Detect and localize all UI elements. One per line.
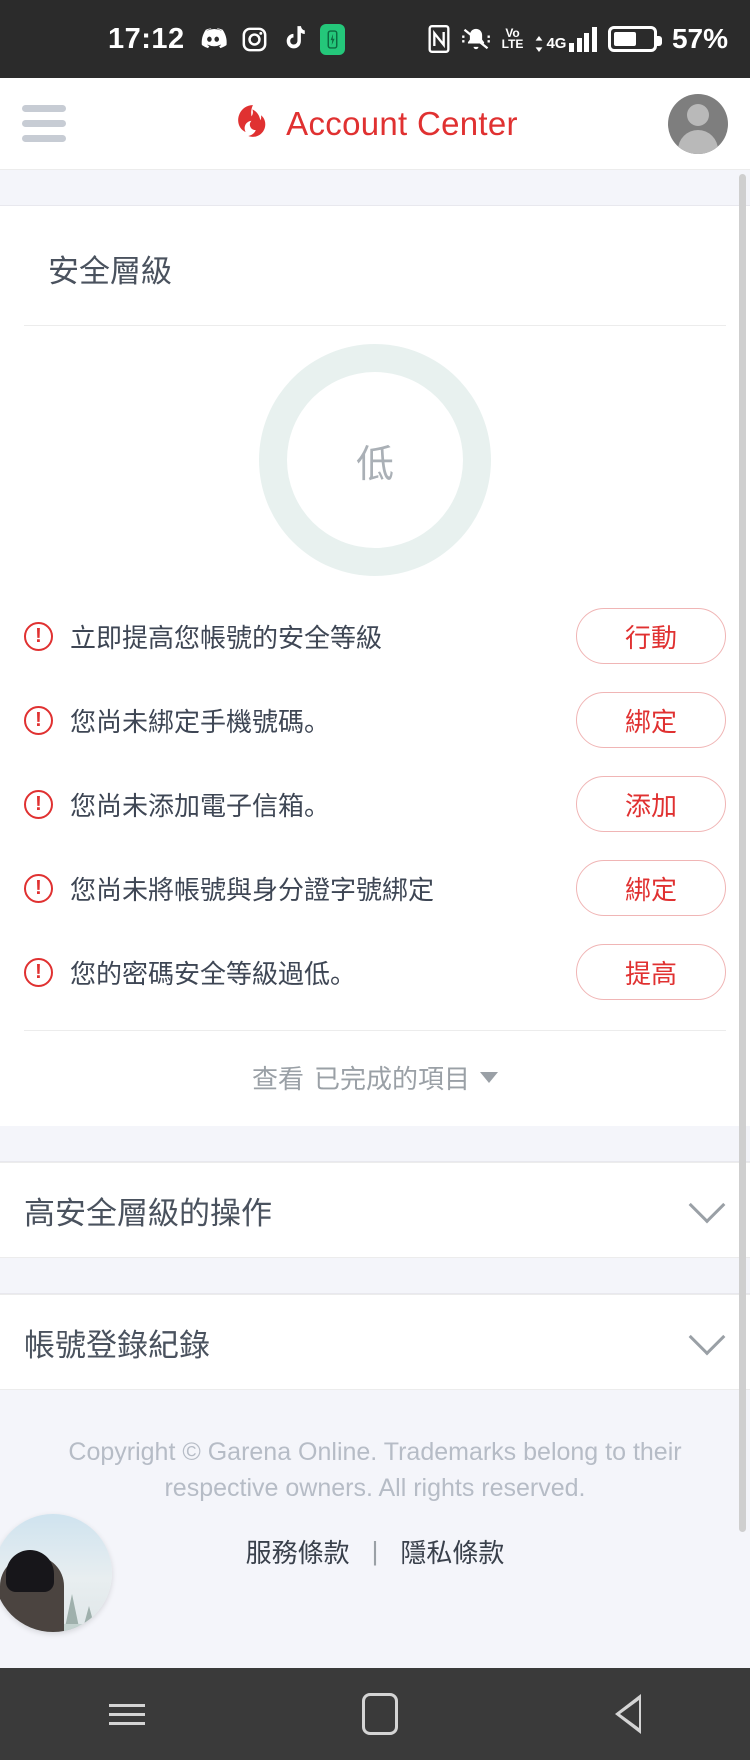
section-title: 高安全層級的操作	[24, 1195, 272, 1231]
security-item-action-button[interactable]: 添加	[576, 776, 726, 832]
garena-logo-icon	[232, 103, 274, 145]
status-bar-left-group: 17:12	[108, 23, 345, 56]
row-content: ! 您尚未添加電子信箱。	[24, 786, 330, 823]
security-item-label: 您尚未將帳號與身分證字號綁定	[70, 874, 435, 905]
status-bar: 17:12 Vo LTE 4G 57%	[0, 0, 750, 78]
floating-profile-avatar[interactable]	[0, 1514, 112, 1632]
security-level-card: 安全層級 低 ! 立即提高您帳號的安全等級 行動 ! 您尚未綁定手機號碼。 綁定…	[0, 206, 750, 1126]
section-spacer-2	[0, 1258, 750, 1294]
section-login-records[interactable]: 帳號登錄紀錄	[0, 1294, 750, 1390]
user-avatar-icon[interactable]	[668, 93, 728, 154]
section-spacer-1	[0, 1126, 750, 1162]
row-content: ! 您尚未將帳號與身分證字號綁定	[24, 870, 434, 907]
table-row: ! 您尚未綁定手機號碼。 綁定	[24, 678, 726, 762]
tiktok-icon	[281, 25, 307, 53]
vertical-scrollbar-thumb[interactable]	[739, 174, 746, 1532]
network-label: 4G	[546, 34, 567, 52]
chevron-down-icon	[688, 1186, 726, 1224]
volte-label-bottom: LTE	[501, 37, 524, 51]
volte-icon: Vo LTE	[501, 27, 524, 51]
network-4g-plus-icon: 4G	[534, 26, 597, 52]
copyright-text: Copyright © Garena Online. Trademarks be…	[68, 1438, 682, 1503]
brand: Account Center	[0, 103, 750, 145]
section-high-security-actions[interactable]: 高安全層級的操作	[0, 1162, 750, 1258]
nfc-icon	[428, 25, 450, 53]
chevron-down-icon	[480, 1072, 499, 1083]
view-completed-prefix: 查看	[251, 1064, 304, 1094]
warning-circle-icon: !	[24, 621, 53, 651]
security-level-title: 安全層級	[24, 206, 726, 326]
row-content: ! 立即提高您帳號的安全等級	[24, 618, 382, 655]
table-row: ! 您的密碼安全等級過低。 提高	[24, 930, 726, 1014]
status-bar-clock: 17:12	[108, 22, 185, 55]
row-content: ! 您尚未綁定手機號碼。	[24, 702, 330, 739]
security-item-action-button[interactable]: 行動	[576, 608, 726, 664]
discord-icon	[198, 27, 228, 51]
security-item-action-button[interactable]: 綁定	[576, 860, 726, 916]
status-bar-right-group: Vo LTE 4G 57%	[428, 23, 728, 55]
battery-icon	[607, 26, 662, 52]
top-spacer	[0, 170, 750, 206]
page-title: Account Center	[286, 104, 518, 142]
warning-circle-icon: !	[24, 789, 53, 819]
instagram-icon	[241, 26, 268, 53]
security-items-list: ! 立即提高您帳號的安全等級 行動 ! 您尚未綁定手機號碼。 綁定 ! 您尚未添…	[0, 594, 750, 1014]
footer-links: 服務條款 | 隱私條款	[60, 1533, 690, 1570]
battery-percent-label: 57%	[671, 23, 728, 54]
back-icon[interactable]	[615, 1694, 642, 1734]
gauge-ring: 低	[259, 344, 491, 576]
ringer-muted-icon	[461, 26, 491, 52]
gauge-center: 低	[287, 372, 463, 548]
table-row: ! 您尚未將帳號與身分證字號綁定 綁定	[24, 846, 726, 930]
warning-circle-icon: !	[24, 957, 53, 987]
page-scroll-area[interactable]: 安全層級 低 ! 立即提高您帳號的安全等級 行動 ! 您尚未綁定手機號碼。 綁定…	[0, 170, 750, 1668]
table-row: ! 您尚未添加電子信箱。 添加	[24, 762, 726, 846]
footer-link-separator: |	[371, 1535, 379, 1566]
view-completed-label: 已完成的項目	[314, 1064, 471, 1094]
security-item-label: 您的密碼安全等級過低。	[70, 958, 357, 989]
privacy-policy-link[interactable]: 隱私條款	[400, 1533, 504, 1570]
security-item-action-button[interactable]: 綁定	[576, 692, 726, 748]
security-item-action-button[interactable]: 提高	[576, 944, 726, 1000]
home-icon[interactable]	[361, 1693, 398, 1735]
table-row: ! 立即提高您帳號的安全等級 行動	[24, 594, 726, 678]
vertical-scrollbar-track[interactable]	[739, 170, 748, 1532]
view-completed-items-toggle[interactable]: 查看 已完成的項目	[24, 1030, 726, 1126]
battery-saver-icon	[319, 23, 345, 55]
security-item-label: 立即提高您帳號的安全等級	[70, 622, 383, 653]
terms-of-service-link[interactable]: 服務條款	[246, 1533, 350, 1570]
section-title: 帳號登錄紀錄	[24, 1327, 210, 1363]
gauge-level-label: 低	[355, 443, 394, 486]
security-item-label: 您尚未添加電子信箱。	[70, 790, 331, 821]
app-header: Account Center	[0, 78, 750, 170]
warning-circle-icon: !	[24, 705, 53, 735]
signal-bars-icon	[569, 26, 597, 52]
row-content: ! 您的密碼安全等級過低。	[24, 954, 356, 991]
security-gauge: 低	[0, 326, 750, 594]
recents-icon[interactable]	[108, 1703, 145, 1725]
avatar-person-hair	[6, 1550, 54, 1592]
chevron-down-icon	[688, 1318, 726, 1356]
warning-circle-icon: !	[24, 873, 53, 903]
security-item-label: 您尚未綁定手機號碼。	[70, 706, 331, 737]
page-footer: Copyright © Garena Online. Trademarks be…	[0, 1390, 750, 1570]
android-navigation-bar	[0, 1668, 750, 1760]
